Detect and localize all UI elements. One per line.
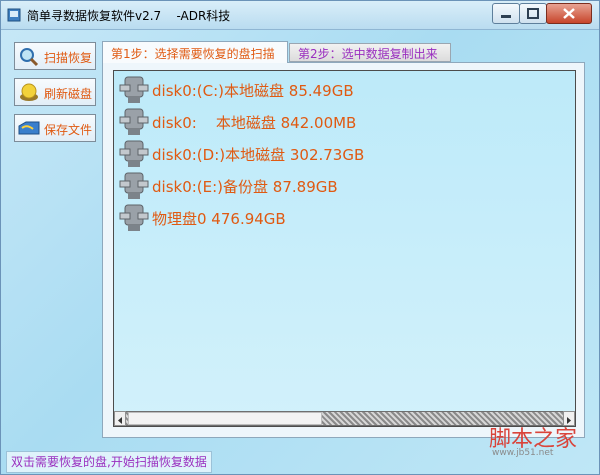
minimize-button[interactable] <box>492 3 520 24</box>
disk-list-item[interactable]: disk0:(C:)本地磁盘 85.49GB <box>117 75 567 103</box>
disk-list[interactable]: disk0:(C:)本地磁盘 85.49GB disk0: 本地磁盘 842.0… <box>113 70 576 427</box>
refresh-icon <box>20 83 38 101</box>
app-window: 简单寻数据恢复软件v2.7 -ADR科技 扫描恢复 刷新磁盘 保存文件 第1步：… <box>0 0 600 475</box>
disk-label: disk0:(D:)本地磁盘 302.73GB <box>152 146 365 164</box>
close-button[interactable] <box>546 3 592 24</box>
status-bar: 双击需要恢复的盘,开始扫描恢复数据 <box>6 451 212 473</box>
minimize-icon <box>501 15 511 18</box>
maximize-button[interactable] <box>519 3 547 24</box>
disk-list-item[interactable]: disk0:(E:)备份盘 87.89GB <box>117 171 567 199</box>
refresh-disk-button[interactable]: 刷新磁盘 <box>14 78 96 106</box>
disk-label: disk0:(C:)本地磁盘 85.49GB <box>152 82 354 100</box>
title-bar[interactable]: 简单寻数据恢复软件v2.7 -ADR科技 <box>1 1 599 30</box>
sidebar-item-label: 保存文件 <box>44 123 93 137</box>
scroll-left-button[interactable] <box>114 411 126 426</box>
disk-label: disk0:(E:)备份盘 87.89GB <box>152 178 338 196</box>
app-icon <box>7 8 21 22</box>
watermark-url: www.jb51.net <box>492 448 554 458</box>
save-file-button[interactable]: 保存文件 <box>14 114 96 142</box>
window-title: 简单寻数据恢复软件v2.7 -ADR科技 <box>27 9 231 23</box>
scan-recover-button[interactable]: 扫描恢复 <box>14 42 96 70</box>
tab-step1[interactable]: 第1步：选择需要恢复的盘扫描 <box>102 41 288 63</box>
scroll-thumb[interactable] <box>128 412 322 425</box>
disk-drive-icon <box>119 140 149 167</box>
disk-label: disk0: 本地磁盘 842.00MB <box>152 114 357 132</box>
disk-label: 物理盘0 476.94GB <box>152 210 286 228</box>
maximize-icon <box>527 8 539 19</box>
disk-drive-icon <box>119 108 149 135</box>
disk-list-item[interactable]: 物理盘0 476.94GB <box>117 203 567 231</box>
watermark: 脚本之家 www.jb51.net <box>489 421 589 461</box>
sidebar-item-label: 扫描恢复 <box>44 51 93 65</box>
disk-drive-icon <box>119 76 149 103</box>
search-icon <box>20 48 39 67</box>
tab-step2[interactable]: 第2步：选中数据复制出来 <box>289 43 451 62</box>
save-icon <box>18 121 40 135</box>
disk-drive-icon <box>119 204 149 231</box>
disk-drive-icon <box>119 172 149 199</box>
chevron-left-icon <box>118 417 122 424</box>
disk-list-item[interactable]: disk0: 本地磁盘 842.00MB <box>117 107 567 135</box>
sidebar-item-label: 刷新磁盘 <box>44 87 93 101</box>
disk-list-item[interactable]: disk0:(D:)本地磁盘 302.73GB <box>117 139 567 167</box>
close-icon <box>563 8 575 19</box>
